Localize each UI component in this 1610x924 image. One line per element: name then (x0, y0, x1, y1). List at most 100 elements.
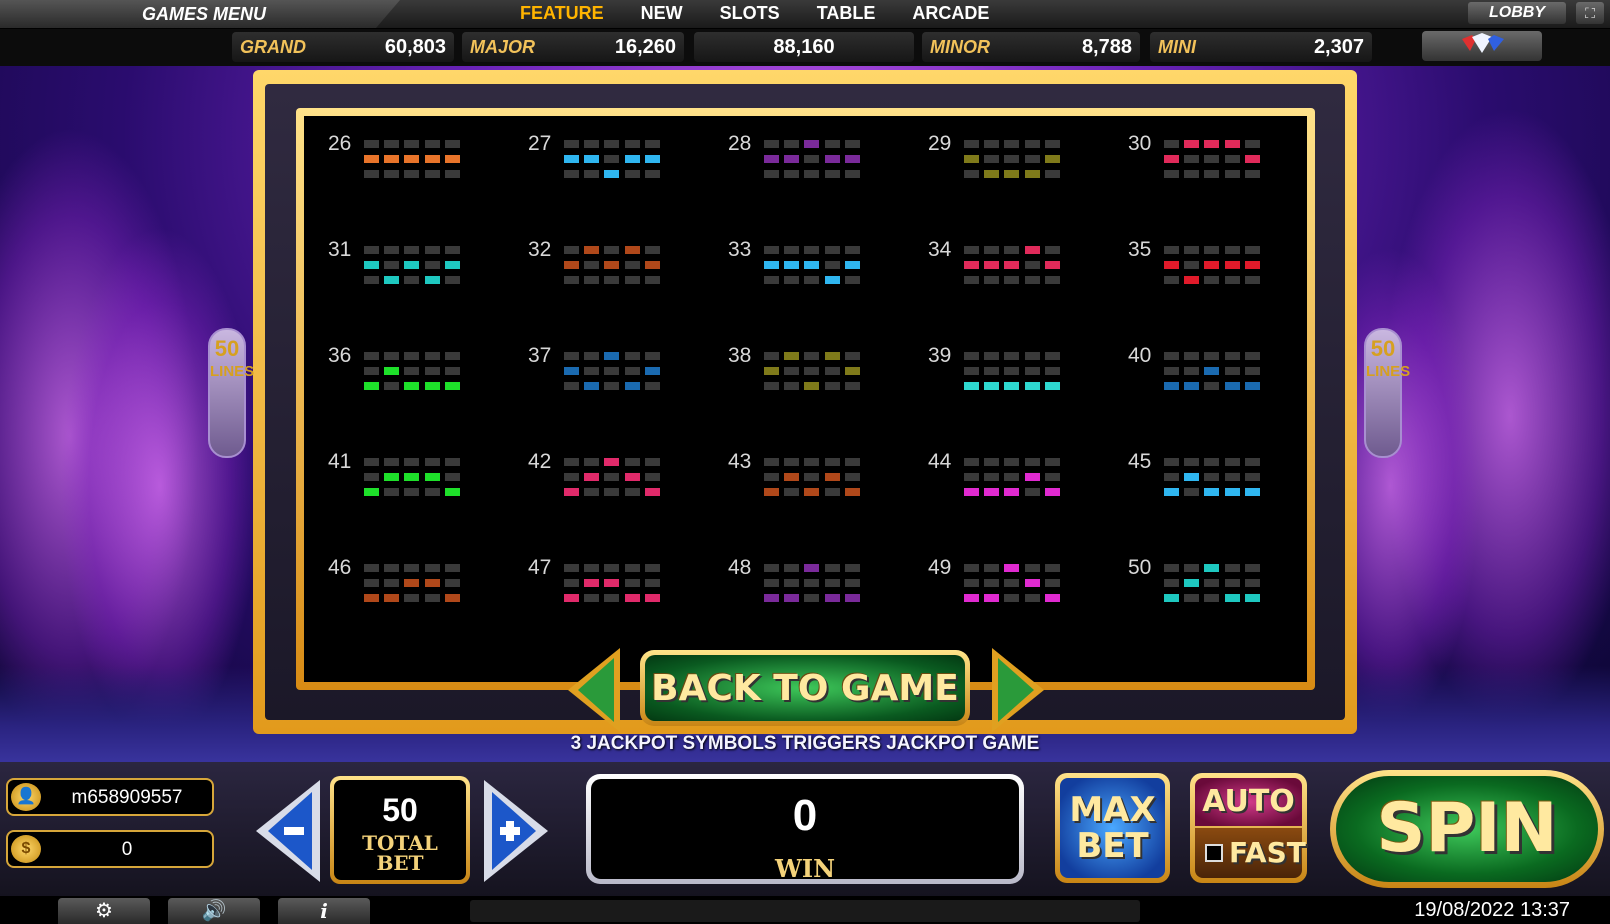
payline-cell (584, 488, 600, 496)
payline-cell (1184, 564, 1200, 572)
payline-cell (764, 352, 779, 360)
payline-cell (624, 352, 640, 360)
payline-cell (844, 594, 860, 602)
payline-cell (644, 473, 660, 481)
payline-cell (984, 170, 1000, 178)
payline-cell (384, 579, 400, 587)
payline-cell (604, 140, 620, 148)
next-page-arrow[interactable] (988, 644, 1048, 736)
payline-cell (624, 579, 640, 587)
payline-cell (1244, 140, 1260, 148)
payline-cell (824, 246, 840, 254)
games-menu-button[interactable]: GAMES MENU (0, 0, 400, 28)
jackpot-major-value: 16,260 (614, 36, 676, 58)
payline-pattern (1164, 564, 1268, 620)
tab-table[interactable]: TABLE (817, 3, 876, 24)
payline-cell (404, 488, 420, 496)
payline-cell (984, 276, 1000, 284)
games-menu-label: GAMES MENU (142, 4, 267, 24)
payline-cell (1244, 579, 1260, 587)
payline-cell (1244, 382, 1260, 390)
payline-number: 50 (1128, 556, 1152, 579)
payline-cell (584, 594, 600, 602)
payline-cell (604, 579, 620, 587)
plus-icon (506, 821, 514, 841)
payline-number: 34 (928, 238, 952, 261)
payline-cell (564, 594, 579, 602)
payline-cell (804, 367, 820, 375)
payline-cell (424, 261, 440, 269)
diamond-icon[interactable] (1422, 31, 1542, 61)
payline-cell (644, 367, 660, 375)
payline-cell (604, 367, 620, 375)
lines-badge-word: LINES (210, 363, 255, 380)
payline-cell (1164, 140, 1179, 148)
payline-number: 42 (528, 450, 552, 473)
payline-pattern (764, 458, 868, 514)
spin-button[interactable]: SPIN (1330, 770, 1604, 888)
back-to-game-button[interactable]: BACK TO GAME (640, 650, 970, 726)
payline-cell (1224, 579, 1240, 587)
payline-cell (384, 155, 400, 163)
payline-item: 28 (704, 116, 904, 224)
speaker-icon[interactable]: 🔊 (168, 898, 260, 924)
payline-cell (1244, 367, 1260, 375)
payline-cell (564, 579, 579, 587)
payline-cell (1004, 579, 1020, 587)
payline-cell (1184, 140, 1200, 148)
payline-cell (564, 276, 579, 284)
payline-cell (964, 261, 979, 269)
payline-cell (364, 367, 379, 375)
payline-number: 49 (928, 556, 952, 579)
payline-cell (764, 458, 779, 466)
payline-cell (584, 382, 600, 390)
payline-cell (1244, 246, 1260, 254)
fullscreen-icon[interactable]: ⛶ (1576, 2, 1604, 24)
payline-cell (1204, 458, 1220, 466)
payline-pattern (1164, 246, 1268, 302)
payline-cell (384, 140, 400, 148)
jackpot-hint-text: 3 JACKPOT SYMBOLS TRIGGERS JACKPOT GAME (570, 733, 1040, 754)
lines-badge-right: 50 LINES (1364, 328, 1411, 458)
payline-cell (1044, 246, 1060, 254)
tab-slots[interactable]: SLOTS (720, 3, 780, 24)
tab-feature[interactable]: FEATURE (520, 3, 604, 24)
lobby-button[interactable]: LOBBY (1468, 2, 1566, 24)
payline-cell (1244, 473, 1260, 481)
jackpot-center-value: 88,160 (773, 36, 835, 58)
fast-checkbox[interactable] (1205, 844, 1223, 862)
payline-cell (384, 473, 400, 481)
jackpot-minor-value: 8,788 (1081, 36, 1132, 58)
max-bet-button[interactable]: MAX BET (1055, 773, 1170, 883)
payline-number: 32 (528, 238, 552, 261)
payline-cell (764, 367, 779, 375)
auto-button[interactable]: AUTO (1195, 778, 1302, 826)
payline-cell (384, 352, 400, 360)
decrease-bet-button[interactable] (250, 776, 326, 886)
payline-cell (564, 261, 579, 269)
info-icon[interactable]: i (278, 898, 370, 924)
tab-arcade[interactable]: ARCADE (912, 3, 989, 24)
lines-badge-word: LINES (1366, 363, 1411, 380)
increase-bet-button[interactable] (478, 776, 554, 886)
prev-page-arrow[interactable] (564, 644, 624, 736)
payline-item: 35 (1104, 222, 1304, 330)
back-to-game-face: BACK TO GAME (645, 655, 965, 721)
payline-number: 46 (328, 556, 352, 579)
payline-cell (984, 473, 1000, 481)
payline-cell (844, 458, 860, 466)
payline-cell (984, 488, 1000, 496)
payline-cell (384, 564, 400, 572)
payline-cell (444, 488, 460, 496)
gear-icon[interactable]: ⚙ (58, 898, 150, 924)
user-icon: 👤 (11, 783, 41, 811)
payline-cell (1184, 170, 1200, 178)
payline-number: 38 (728, 344, 752, 367)
payline-cell (384, 458, 400, 466)
payline-pattern (964, 140, 1068, 196)
tab-new[interactable]: NEW (641, 3, 683, 24)
win-display-inner: 0 WIN (591, 779, 1019, 883)
payline-item: 38 (704, 328, 904, 436)
payline-cell (1164, 352, 1179, 360)
fast-toggle[interactable]: FAST (1195, 828, 1306, 878)
